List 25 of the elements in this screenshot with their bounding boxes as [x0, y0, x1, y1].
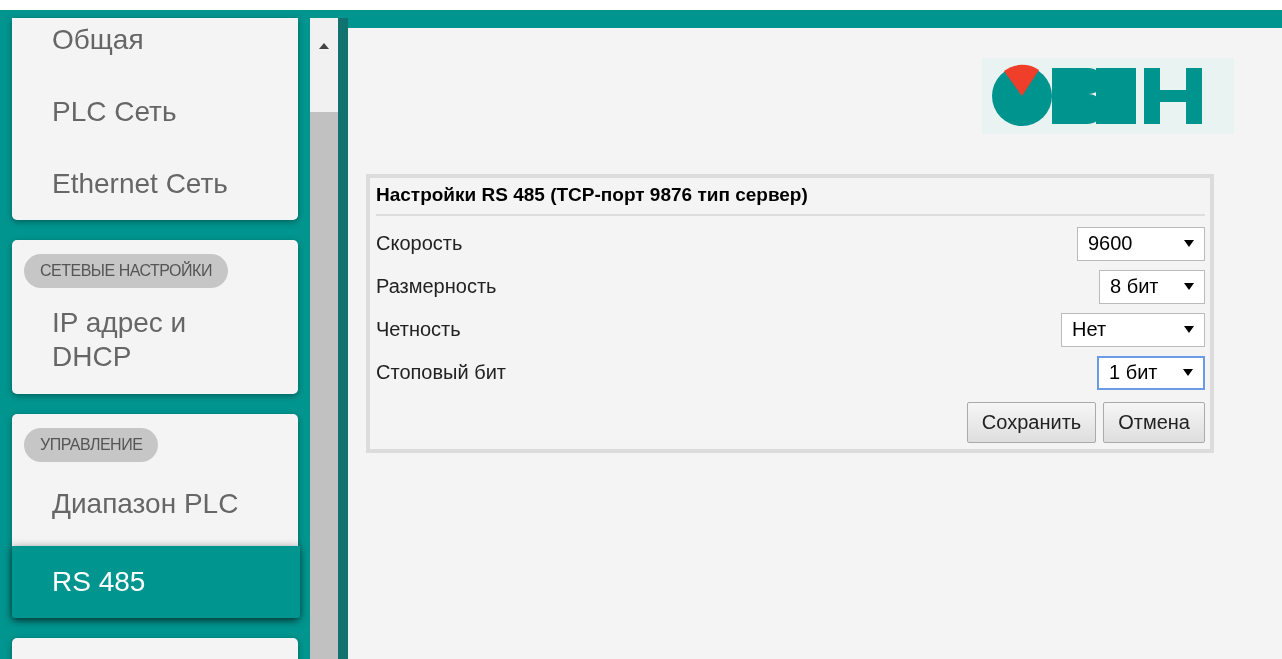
caret-icon — [1184, 283, 1194, 290]
section-badge: СЕТЕВЫЕ НАСТРОЙКИ — [24, 254, 228, 288]
sidebar-item[interactable]: RS 485 — [12, 546, 300, 618]
caret-icon — [1184, 326, 1194, 333]
field-label: Стоповый бит — [376, 361, 506, 384]
sidebar-item[interactable]: PLC Сеть — [12, 76, 298, 148]
form-button[interactable]: Отмена — [1103, 402, 1205, 443]
form-button[interactable]: Сохранить — [966, 402, 1097, 443]
panel-title: Настройки RS 485 (TCP-порт 9876 тип сервер) — [376, 181, 1205, 216]
field-label: Скорость — [376, 232, 463, 255]
sidebar-item[interactable]: Ethernet Сеть — [12, 148, 298, 220]
sidebar-item[interactable]: Диапазон PLC — [12, 462, 298, 546]
scroll-up-icon[interactable] — [318, 42, 330, 50]
section-badge: УПРАВЛЕНИЕ — [24, 428, 159, 462]
sidebar-item[interactable]: IP адрес и DHCP — [12, 288, 298, 394]
caret-icon — [1184, 240, 1194, 247]
field-label: Размерность — [376, 275, 497, 298]
sidebar-item[interactable]: Общая — [12, 10, 298, 76]
dropdown[interactable]: 9600 — [1077, 226, 1205, 261]
dropdown[interactable]: Нет — [1061, 312, 1205, 347]
field-label: Четность — [376, 318, 461, 341]
dropdown[interactable]: 1 бит — [1097, 355, 1205, 390]
dropdown[interactable]: 8 бит — [1099, 269, 1205, 304]
scrollbar[interactable] — [310, 18, 338, 659]
caret-icon — [1183, 369, 1193, 376]
